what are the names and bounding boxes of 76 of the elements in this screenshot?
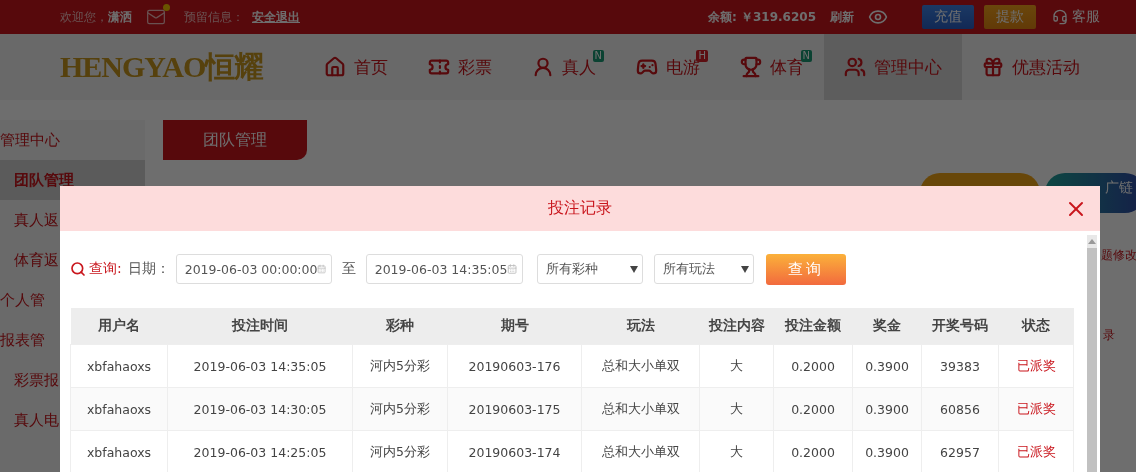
query-label: 查询: bbox=[89, 260, 122, 278]
status-cell: 已派奖 bbox=[998, 387, 1074, 431]
balance-text: 余额: ￥319.6205 bbox=[708, 8, 816, 26]
table-cell: xbfahaoxs bbox=[70, 387, 168, 431]
record-link[interactable]: 录 bbox=[1103, 327, 1115, 344]
caret-icon bbox=[629, 265, 638, 273]
table-cell: 总和大小单双 bbox=[581, 344, 700, 388]
column-header: 投注时间 bbox=[167, 308, 353, 345]
table-cell: 20190603-175 bbox=[447, 387, 582, 431]
edit-title-link[interactable]: 题修改 bbox=[1101, 247, 1136, 264]
to-label: 至 bbox=[341, 260, 356, 278]
support-link[interactable]: 客服 bbox=[1072, 8, 1100, 26]
table-cell: 20190603-176 bbox=[447, 344, 582, 388]
calendar-icon bbox=[507, 261, 518, 277]
table-cell: 大 bbox=[699, 387, 774, 431]
table-cell: 0.2000 bbox=[773, 344, 853, 388]
lottery-select[interactable]: 所有彩种 bbox=[536, 254, 643, 284]
logout-link[interactable]: 安全退出 bbox=[252, 8, 300, 26]
notice-label: 预留信息： bbox=[184, 8, 244, 26]
table-cell: xbfahaoxs bbox=[70, 430, 168, 472]
recharge-button[interactable]: 充值 bbox=[922, 5, 974, 29]
username: 潇洒 bbox=[108, 8, 132, 26]
table-cell: 2019-06-03 14:30:05 bbox=[167, 387, 353, 431]
column-header: 期号 bbox=[447, 308, 582, 345]
eye-icon[interactable] bbox=[868, 7, 888, 27]
table-cell: 河内5分彩 bbox=[352, 344, 448, 388]
home-icon bbox=[324, 56, 346, 78]
table-cell: 2019-06-03 14:35:05 bbox=[167, 344, 353, 388]
scroll-up-icon[interactable] bbox=[1088, 239, 1096, 244]
caret-icon bbox=[740, 265, 749, 273]
column-header: 用户名 bbox=[70, 308, 168, 345]
column-header: 奖金 bbox=[852, 308, 922, 345]
status-cell: 已派奖 bbox=[998, 344, 1074, 388]
table-cell: 39383 bbox=[921, 344, 999, 388]
refresh-link[interactable]: 刷新 bbox=[830, 8, 854, 26]
column-header: 状态 bbox=[998, 308, 1074, 345]
dialog-title: 投注记录 bbox=[548, 198, 612, 219]
headset-icon[interactable] bbox=[1052, 9, 1068, 25]
trophy-icon bbox=[740, 56, 762, 78]
welcome-text: 欢迎您， bbox=[60, 8, 108, 26]
table-cell: 0.3900 bbox=[852, 344, 922, 388]
gamepad-icon bbox=[636, 56, 658, 78]
table-cell: 0.2000 bbox=[773, 387, 853, 431]
column-header: 彩种 bbox=[352, 308, 448, 345]
start-date-field[interactable]: 2019-06-03 00:00:00 bbox=[175, 254, 332, 284]
play-select[interactable]: 所有玩法 bbox=[653, 254, 754, 284]
table-cell: xbfahaoxs bbox=[70, 344, 168, 388]
table-cell: 0.3900 bbox=[852, 387, 922, 431]
table-cell: 河内5分彩 bbox=[352, 387, 448, 431]
nav-item[interactable]: 彩票 bbox=[408, 34, 512, 100]
query-button[interactable]: 查询 bbox=[765, 253, 846, 285]
ticket-icon bbox=[428, 56, 450, 78]
sidebar-header: 管理中心 bbox=[0, 129, 61, 151]
users-icon bbox=[844, 56, 866, 78]
column-header: 投注金额 bbox=[773, 308, 853, 345]
column-header: 玩法 bbox=[581, 308, 700, 345]
nav-badge: N bbox=[592, 50, 604, 62]
table-cell: 总和大小单双 bbox=[581, 387, 700, 431]
scrollbar[interactable] bbox=[1087, 235, 1097, 472]
date-label: 日期： bbox=[127, 260, 170, 278]
nav-badge: N bbox=[800, 50, 812, 62]
person-icon bbox=[532, 56, 554, 78]
team-tab[interactable]: 团队管理 bbox=[163, 120, 307, 160]
logo[interactable]: HENGYAO恒耀 bbox=[60, 34, 268, 100]
end-date-field[interactable]: 2019-06-03 14:35:05 bbox=[365, 254, 523, 284]
nav-item[interactable]: 优惠活动 bbox=[962, 34, 1100, 100]
nav-item[interactable]: 管理中心 bbox=[824, 34, 962, 100]
nav-item[interactable]: 首页 bbox=[304, 34, 408, 100]
nav-badge: H bbox=[696, 50, 708, 62]
gift-icon bbox=[982, 56, 1004, 78]
withdraw-button[interactable]: 提款 bbox=[984, 5, 1036, 29]
table-cell: 大 bbox=[699, 344, 774, 388]
table-cell: 60856 bbox=[921, 387, 999, 431]
search-icon bbox=[70, 261, 86, 277]
column-header: 投注内容 bbox=[699, 308, 774, 345]
column-header: 开奖号码 bbox=[921, 308, 999, 345]
